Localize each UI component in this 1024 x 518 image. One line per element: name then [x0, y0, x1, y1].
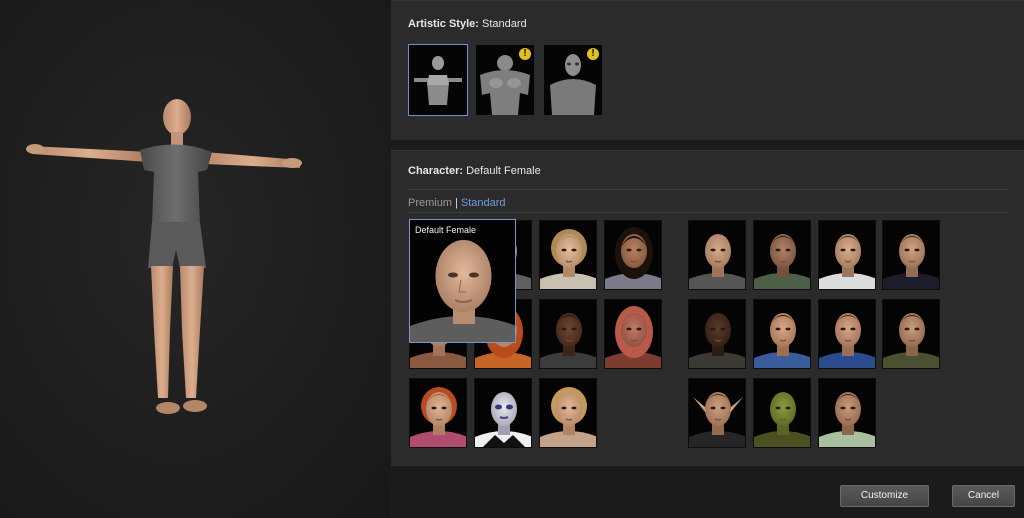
character-thumbnail[interactable]: [409, 378, 467, 448]
character-thumbnail[interactable]: [474, 378, 532, 448]
character-face-icon: [689, 234, 745, 289]
character-face-icon: [410, 387, 466, 447]
character-thumbnail[interactable]: [604, 220, 662, 290]
character-thumbnail[interactable]: [688, 299, 746, 369]
warning-icon: !: [587, 48, 599, 60]
character-thumbnail[interactable]: [882, 299, 940, 369]
cancel-button[interactable]: Cancel: [952, 485, 1015, 507]
tab-premium[interactable]: Premium: [408, 197, 452, 209]
character-thumbnail[interactable]: [818, 220, 876, 290]
character-thumbnail[interactable]: [882, 220, 940, 290]
tab-standard[interactable]: Standard: [461, 197, 506, 209]
customize-button[interactable]: Customize: [840, 485, 929, 507]
character-tabs: Premium | Standard: [408, 197, 506, 209]
artistic-style-value: Standard: [481, 18, 527, 30]
character-thumbnail[interactable]: [818, 299, 876, 369]
warning-icon: !: [519, 48, 531, 60]
character-face-icon: [689, 392, 745, 447]
character-face-icon: [819, 313, 875, 368]
character-heading: Character: Default Female: [408, 165, 541, 177]
character-3d-viewport[interactable]: [0, 0, 390, 518]
character-face-icon: [883, 234, 939, 289]
character-preview-popup[interactable]: Default Female: [409, 219, 516, 343]
standard-body-icon: [414, 56, 462, 105]
character-thumbnail[interactable]: [753, 378, 811, 448]
style-option-muscular[interactable]: !: [476, 45, 534, 115]
default-female-face-icon: [410, 240, 515, 342]
character-face-icon: [883, 313, 939, 368]
character-thumbnail[interactable]: [539, 220, 597, 290]
character-face-icon: [689, 313, 745, 368]
character-thumbnail[interactable]: [753, 299, 811, 369]
character-thumbnail[interactable]: [753, 220, 811, 290]
character-face-icon: [754, 234, 810, 289]
character-value: Default Female: [466, 165, 541, 177]
character-thumbnail[interactable]: [818, 378, 876, 448]
character-thumbnail[interactable]: [539, 299, 597, 369]
character-face-icon: [605, 306, 661, 368]
style-option-standard[interactable]: [408, 44, 468, 116]
character-face-icon: [540, 229, 596, 289]
character-thumbnail[interactable]: [604, 299, 662, 369]
character-thumbnail[interactable]: [688, 378, 746, 448]
character-face-icon: [605, 227, 661, 289]
character-face-icon: [540, 313, 596, 368]
character-face-icon: [475, 392, 531, 447]
character-thumbnail[interactable]: [688, 220, 746, 290]
artistic-style-heading: Artistic Style: Standard: [408, 18, 527, 30]
divider: [408, 212, 1008, 213]
character-face-icon: [754, 392, 810, 447]
character-thumbnail[interactable]: [539, 378, 597, 448]
tab-separator: |: [455, 197, 458, 209]
divider: [408, 189, 1008, 190]
artistic-style-panel: Artistic Style: Standard ! !: [391, 0, 1024, 140]
character-face-icon: [754, 313, 810, 368]
t-pose-model: [26, 99, 302, 414]
character-face-icon: [819, 234, 875, 289]
character-face-icon: [540, 387, 596, 447]
character-face-icon: [819, 392, 875, 447]
style-option-alien[interactable]: !: [544, 45, 602, 115]
preview-label: Default Female: [415, 225, 477, 235]
